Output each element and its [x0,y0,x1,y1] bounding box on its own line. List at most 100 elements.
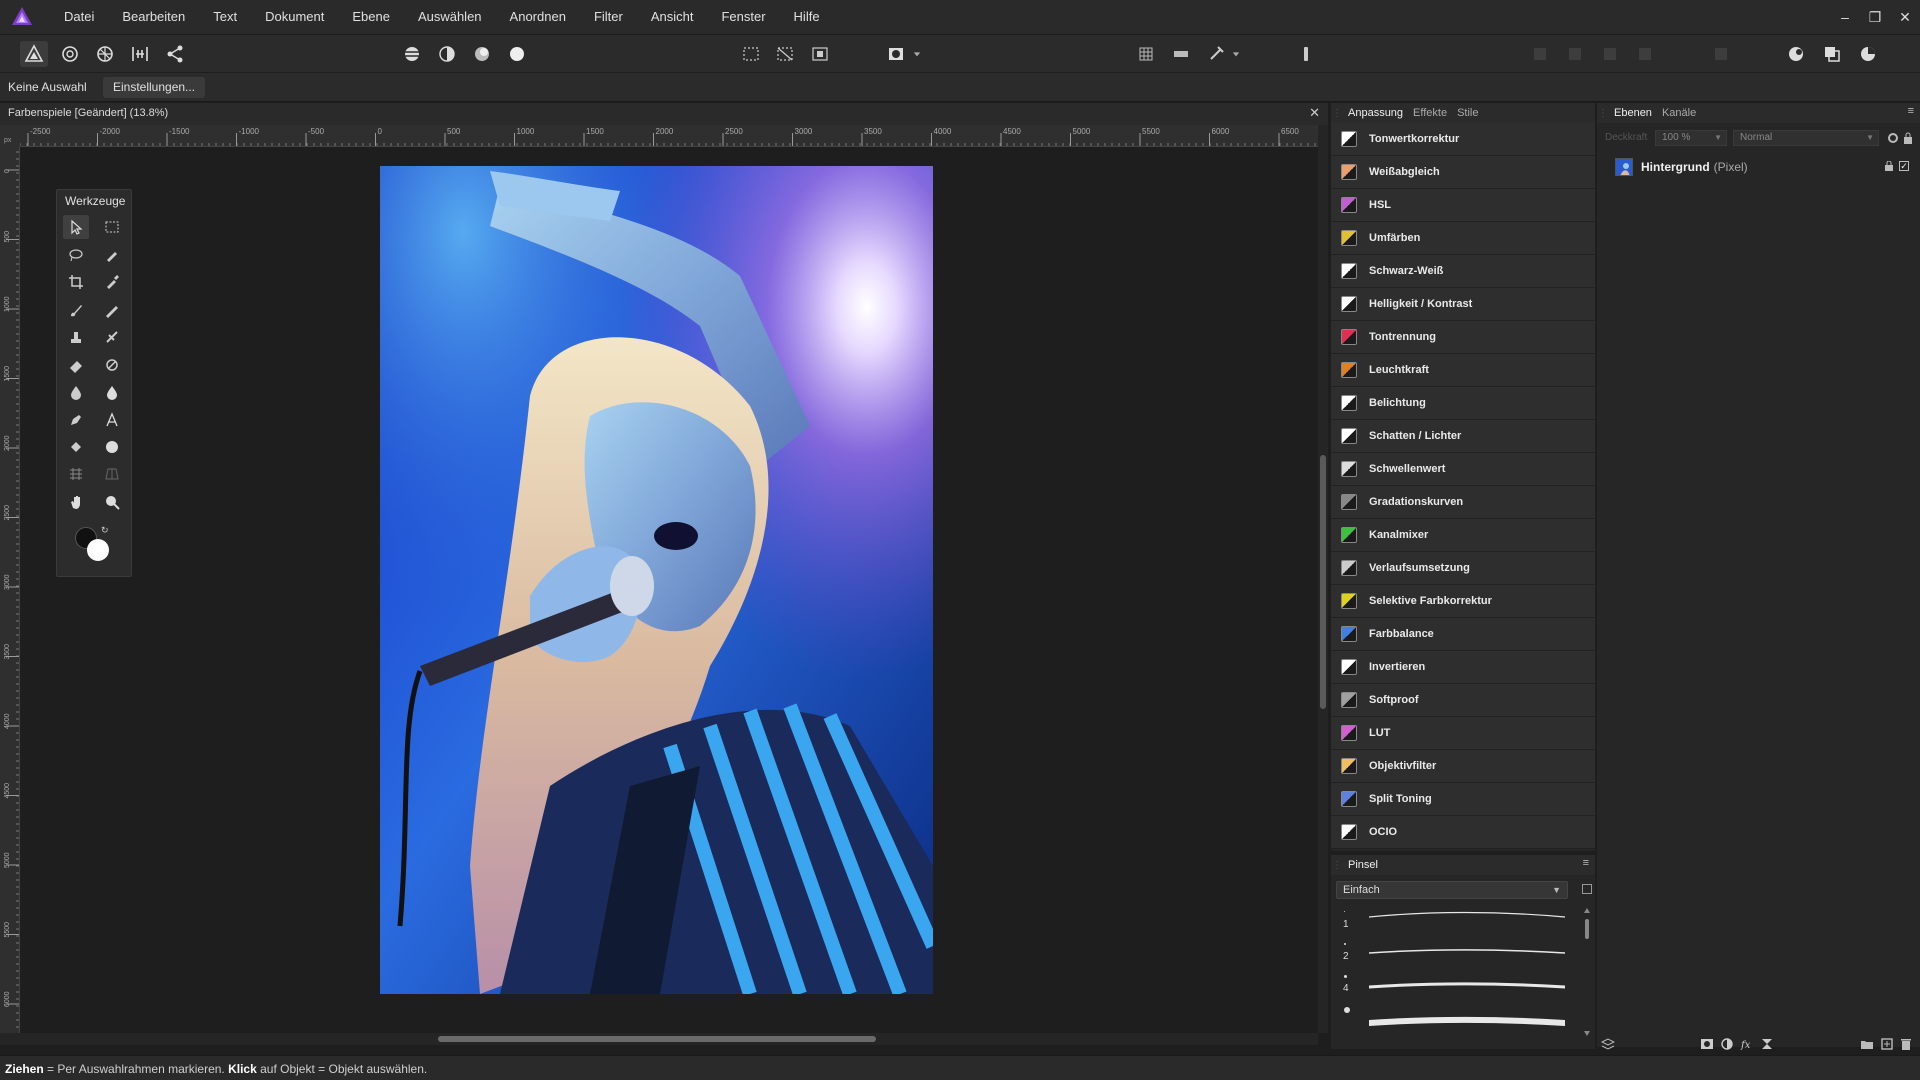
arrange-front-icon[interactable] [1631,41,1659,67]
snapping-icon[interactable] [1202,41,1230,67]
adjustment-item[interactable]: Weißabgleich [1331,156,1595,189]
adjustment-item[interactable]: LUT [1331,717,1595,750]
vertical-scrollbar-thumb[interactable] [1320,455,1326,709]
adjustment-item[interactable]: OCIO [1331,816,1595,849]
add-live-filter-icon[interactable] [1760,1037,1774,1051]
auto-white-balance-icon[interactable] [503,41,531,67]
tab-kanäle[interactable]: Kanäle [1657,103,1701,123]
tab-brushes[interactable]: Pinsel [1343,855,1383,875]
arrange-backward-icon[interactable] [1561,41,1589,67]
quick-mask-dropdown-icon[interactable] [910,41,924,67]
arrange-forward-icon[interactable] [1596,41,1624,67]
assistant-icon[interactable] [1292,41,1320,67]
settings-button[interactable]: Einstellungen... [103,77,206,98]
liquify-persona-icon[interactable] [56,41,84,67]
layer-lock-toolbar-icon[interactable] [1903,132,1913,144]
auto-colors-icon[interactable] [468,41,496,67]
adjustment-item[interactable]: Belichtung [1331,387,1595,420]
menu-item-auswählen[interactable]: Auswählen [404,0,496,34]
brush-preset[interactable]: 4 [1339,971,1565,1003]
layer-lock-icon[interactable] [1885,161,1893,171]
zoom-tool-icon[interactable] [99,490,125,514]
hand-tool-icon[interactable] [63,490,89,514]
menu-item-datei[interactable]: Datei [50,0,108,34]
paint-brush-tool-icon[interactable] [63,298,89,322]
menu-item-ebene[interactable]: Ebene [338,0,404,34]
add-adjustment-icon[interactable] [1720,1037,1734,1051]
quick-mask-icon[interactable] [882,41,910,67]
clone-stamp-tool-icon[interactable] [63,325,89,349]
lasso-tool-icon[interactable] [63,243,89,267]
panel-grip-icon[interactable]: ⋮ [1597,103,1609,123]
brush-list-scrollbar[interactable] [1583,907,1591,1037]
close-document-icon[interactable]: ✕ [1309,105,1320,121]
marquee-subtract-icon[interactable] [771,41,799,67]
brush-view-mode-icon[interactable] [1582,884,1592,894]
layer-row[interactable]: Hintergrund (Pixel) ✓ [1615,156,1915,178]
rectangle-marquee-tool-icon[interactable] [99,215,125,239]
add-effect-icon[interactable]: fx [1740,1037,1754,1051]
auto-levels-icon[interactable] [398,41,426,67]
healing-brush-tool-icon[interactable] [99,325,125,349]
shape-tool-icon[interactable] [99,435,125,459]
adjustment-item[interactable]: Leuchtkraft [1331,354,1595,387]
brush-preset[interactable] [1339,1003,1565,1035]
blend-mode-select[interactable]: Normal ▼ [1733,130,1879,146]
restore-button[interactable]: ❐ [1860,0,1890,34]
dodge-tool-icon[interactable] [99,353,125,377]
adjustment-item[interactable]: Schwarz-Weiß [1331,255,1595,288]
layer-settings-icon[interactable] [1887,132,1899,144]
move-tool-icon[interactable] [63,215,89,239]
horizontal-scrollbar-thumb[interactable] [438,1036,876,1042]
horizontal-scrollbar[interactable] [0,1033,1318,1045]
arrange-back-icon[interactable] [1526,41,1554,67]
panel-grip-icon[interactable]: ⋮ [1331,103,1343,123]
menu-item-dokument[interactable]: Dokument [251,0,338,34]
align-icon[interactable] [1167,41,1195,67]
adjustment-item[interactable]: Schatten / Lichter [1331,420,1595,453]
adjustment-item[interactable]: Tonwertkorrektur [1331,123,1595,156]
menu-item-bearbeiten[interactable]: Bearbeiten [108,0,199,34]
horizontal-ruler[interactable]: -2500 -2000 -1500 -1000 -500 0 500 1000 1500 2000… [0,125,1318,147]
opacity-field[interactable]: 100 % ▼ [1655,130,1727,146]
insert-inside-icon[interactable] [1707,41,1735,67]
brush-preset[interactable]: 1 [1339,907,1565,939]
menu-item-anordnen[interactable]: Anordnen [496,0,580,34]
add-group-icon[interactable] [1860,1037,1874,1051]
adjustment-item[interactable]: Schwellenwert [1331,453,1595,486]
develop-persona-icon[interactable] [91,41,119,67]
close-button[interactable]: ✕ [1890,0,1920,34]
adjustment-item[interactable]: HSL [1331,189,1595,222]
add-mask-icon[interactable] [1700,1037,1714,1051]
document-photo[interactable] [380,166,933,994]
mesh-warp-tool-icon[interactable] [63,462,89,486]
marquee-intersect-icon[interactable] [806,41,834,67]
photo-persona-icon[interactable] [20,41,48,67]
marquee-mode-icon[interactable] [737,41,765,67]
panel-grip-icon[interactable]: ⋮ [1331,855,1343,875]
panel-menu-icon[interactable]: ≡ [1583,857,1589,869]
snapping-grid-icon[interactable] [1132,41,1160,67]
adjustment-item[interactable]: Softproof [1331,684,1595,717]
pixel-tool-icon[interactable] [99,298,125,322]
auto-contrast-icon[interactable] [433,41,461,67]
delete-layer-icon[interactable] [1899,1037,1913,1051]
tab-anpassung[interactable]: Anpassung [1343,103,1408,123]
pen-tool-icon[interactable] [63,408,89,432]
blur-tool-icon[interactable] [99,380,125,404]
perspective-tool-icon[interactable] [99,462,125,486]
adjustment-item[interactable]: Farbbalance [1331,618,1595,651]
secondary-color-swatch[interactable] [87,539,109,561]
tab-stile[interactable]: Stile [1452,103,1483,123]
flood-fill-tool-icon[interactable] [63,435,89,459]
vertical-ruler[interactable]: 0 500 1000 1500 2000 2500 3000 3500 4000 4500 5000… [0,147,20,1033]
brush-category-select[interactable]: Einfach ▼ [1336,881,1568,899]
menu-item-ansicht[interactable]: Ansicht [637,0,708,34]
tab-effekte[interactable]: Effekte [1408,103,1452,123]
minimize-button[interactable]: – [1830,0,1860,34]
smudge-tool-icon[interactable] [63,380,89,404]
adjustment-item[interactable]: Helligkeit / Kontrast [1331,288,1595,321]
menu-item-hilfe[interactable]: Hilfe [780,0,834,34]
eyedropper-tool-icon[interactable] [99,270,125,294]
panel-menu-icon[interactable]: ≡ [1908,105,1914,117]
